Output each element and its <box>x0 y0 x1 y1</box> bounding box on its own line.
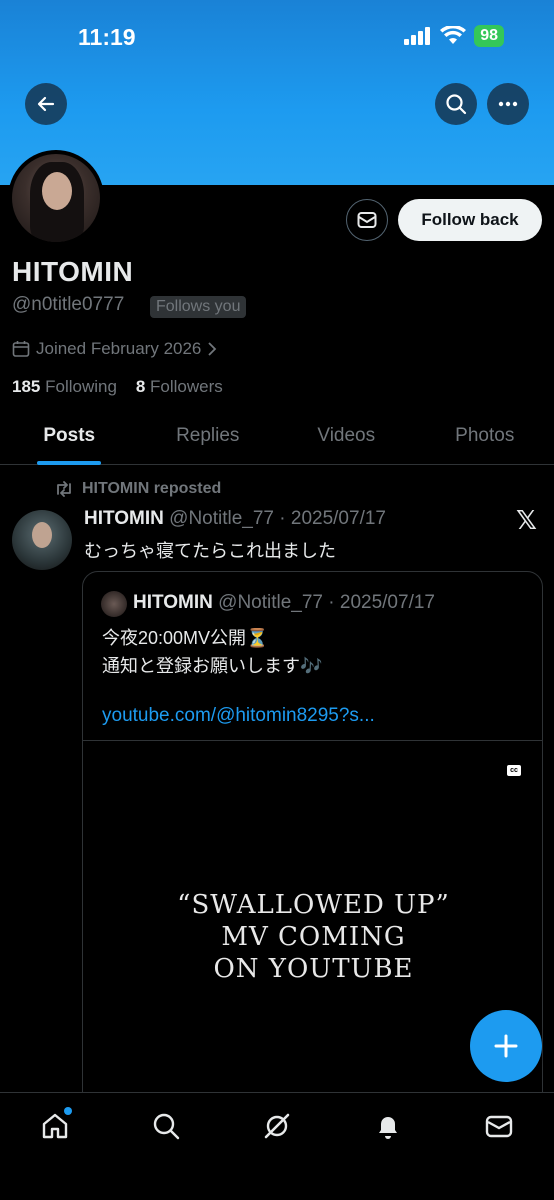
quote-author: HITOMIN <box>133 592 213 613</box>
profile-tabs: Posts Replies Videos Photos <box>0 410 554 465</box>
video-caption: “SWALLOWED UP” MV COMING ON YOUTUBE <box>83 889 542 985</box>
display-name: HITOMIN <box>12 256 134 287</box>
joined-date[interactable]: Joined February 2026 <box>12 339 217 359</box>
post-header: HITOMIN @Notitle_77 · 2025/07/17 <box>84 508 386 530</box>
follows-you-badge: Follows you <box>150 296 247 318</box>
grok-icon <box>264 1113 290 1139</box>
quote-video[interactable]: cc “SWALLOWED UP” MV COMING ON YOUTUBE <box>83 740 542 1130</box>
post-text: むっちゃ寝てたらこれ出ました <box>84 541 336 561</box>
nav-notifications[interactable] <box>371 1109 405 1143</box>
nav-messages[interactable] <box>482 1109 516 1143</box>
more-button[interactable] <box>487 83 529 125</box>
battery-indicator: 98 <box>474 25 504 47</box>
joined-label: Joined February 2026 <box>36 339 202 358</box>
status-icons: 98 <box>404 25 504 47</box>
following-label: Following <box>45 377 117 396</box>
status-time: 11:19 <box>78 24 136 50</box>
more-icon <box>498 101 518 107</box>
profile-avatar[interactable] <box>8 150 104 246</box>
nav-explore[interactable] <box>149 1109 183 1143</box>
quote-date: · 2025/07/17 <box>328 592 435 613</box>
search-button[interactable] <box>435 83 477 125</box>
quote-handle: @Notitle_77 <box>218 592 323 613</box>
messages-icon <box>485 1115 513 1138</box>
signal-icon <box>404 27 431 45</box>
post-date: · 2025/07/17 <box>279 508 386 529</box>
user-handle: @n0title0777 <box>12 294 125 315</box>
search-icon <box>446 94 467 115</box>
back-button[interactable] <box>25 83 67 125</box>
post-handle[interactable]: @Notitle_77 <box>169 508 274 529</box>
video-caption-line1: “SWALLOWED UP” <box>177 890 450 920</box>
bell-icon <box>379 1117 397 1139</box>
video-caption-line2: MV COMING <box>221 922 406 952</box>
explore-icon <box>153 1113 180 1140</box>
captions-icon[interactable]: cc <box>507 765 521 776</box>
followers-label: Followers <box>150 377 223 396</box>
calendar-icon <box>12 341 30 357</box>
wifi-icon <box>440 26 467 44</box>
compose-button[interactable] <box>470 1010 542 1082</box>
following-link[interactable]: 185 Following <box>12 377 117 396</box>
chevron-right-icon <box>208 342 217 356</box>
plus-icon <box>494 1034 518 1058</box>
quote-link[interactable]: youtube.com/@hitomin8295?s... <box>102 705 375 727</box>
status-bar: 11:19 98 <box>0 0 554 75</box>
repost-icon <box>57 481 71 497</box>
mail-icon <box>357 212 377 228</box>
tab-videos[interactable]: Videos <box>277 410 416 464</box>
tab-photos[interactable]: Photos <box>416 410 554 464</box>
video-caption-line3: ON YOUTUBE <box>213 954 414 984</box>
followers-link[interactable]: 8 Followers <box>136 377 223 396</box>
bottom-navigation <box>0 1092 554 1200</box>
nav-home[interactable] <box>38 1107 72 1143</box>
repost-indicator: HITOMIN reposted <box>54 480 221 498</box>
quote-header: HITOMIN @Notitle_77 · 2025/07/17 <box>133 592 435 614</box>
home-notification-dot <box>64 1107 72 1115</box>
tab-replies[interactable]: Replies <box>139 410 278 464</box>
post-author[interactable]: HITOMIN <box>84 508 164 529</box>
nav-grok[interactable] <box>260 1109 294 1143</box>
tab-posts[interactable]: Posts <box>0 410 139 464</box>
follow-counts: 185 Following 8 Followers <box>12 377 223 397</box>
post-avatar[interactable] <box>12 510 72 570</box>
x-logo-icon: 𝕏 <box>516 506 537 536</box>
home-icon <box>42 1113 68 1139</box>
quote-avatar <box>101 591 127 617</box>
following-count: 185 <box>12 377 41 396</box>
message-button[interactable] <box>346 199 388 241</box>
avatar-face-shape <box>42 172 72 210</box>
repost-label: HITOMIN reposted <box>82 480 222 497</box>
followers-count: 8 <box>135 377 146 396</box>
quote-text-line1: 今夜20:00MV公開⏳ <box>102 628 269 648</box>
follow-back-button[interactable]: Follow back <box>398 199 542 241</box>
quote-text-line2: 通知と登録お願いします🎶 <box>102 656 323 676</box>
back-arrow-icon <box>37 96 55 112</box>
post-avatar-face-shape <box>32 522 52 548</box>
